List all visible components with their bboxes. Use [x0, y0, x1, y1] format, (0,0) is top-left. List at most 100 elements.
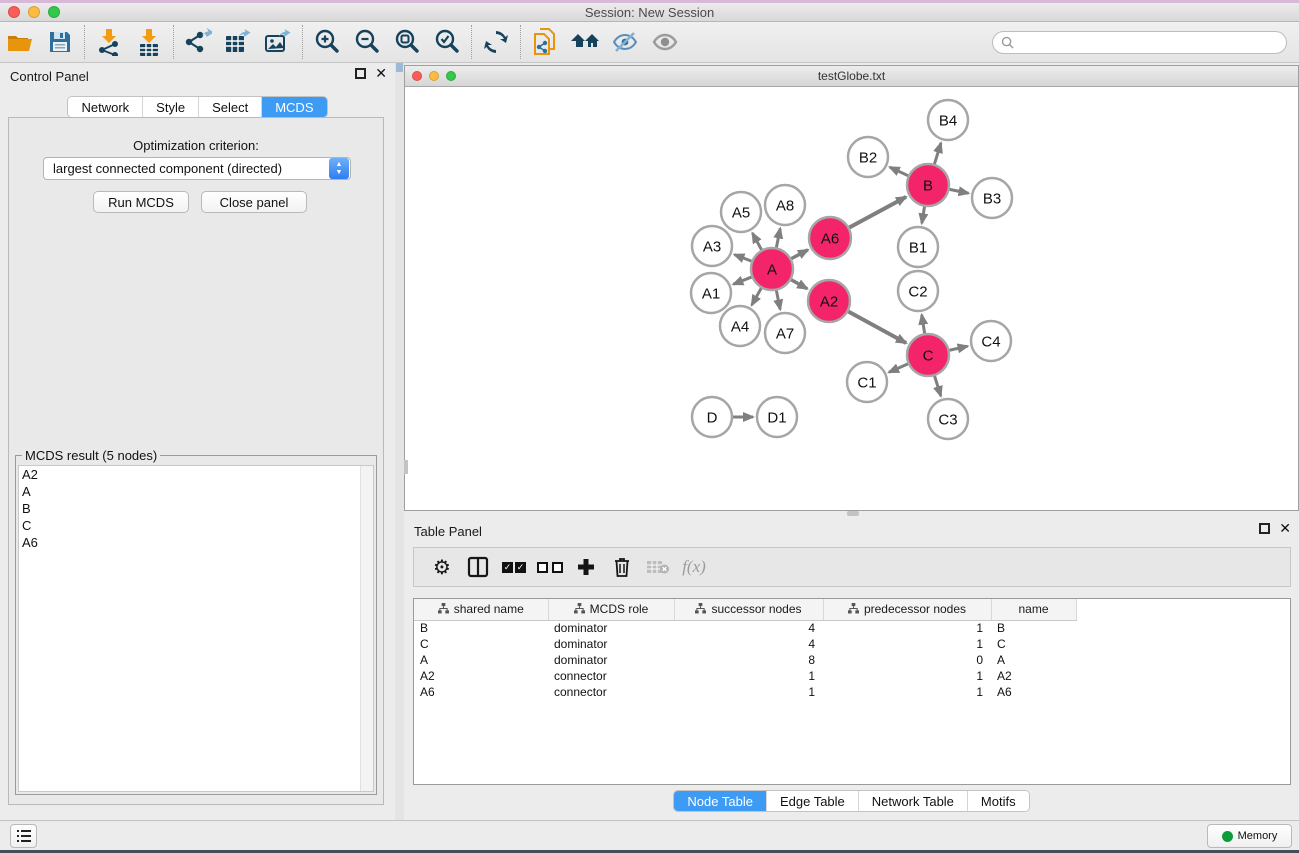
- memory-status-button[interactable]: Memory: [1207, 824, 1292, 848]
- function-builder-button[interactable]: f(x): [676, 551, 712, 583]
- import-network-button[interactable]: [89, 24, 129, 60]
- export-network-button[interactable]: [178, 24, 218, 60]
- panel-divider[interactable]: [395, 63, 404, 820]
- graph-node-A8[interactable]: A8: [765, 185, 805, 225]
- tab-node-table[interactable]: Node Table: [674, 791, 766, 811]
- network-window-titlebar[interactable]: testGlobe.txt: [404, 65, 1299, 87]
- hide-panels-button[interactable]: [605, 24, 645, 60]
- run-mcds-button[interactable]: Run MCDS: [93, 191, 189, 213]
- graph-node-A5[interactable]: A5: [721, 192, 761, 232]
- export-image-button[interactable]: [258, 24, 298, 60]
- table-row[interactable]: Adominator80A: [414, 652, 1290, 668]
- result-list-item[interactable]: A: [19, 483, 373, 500]
- result-scrollbar[interactable]: [360, 466, 373, 791]
- graph-node-A3[interactable]: A3: [692, 226, 732, 266]
- cell-shared-name[interactable]: A6: [414, 684, 548, 700]
- edge-B-B1[interactable]: [922, 207, 925, 224]
- edge-A6-B[interactable]: [849, 197, 906, 228]
- network-graph[interactable]: B4B2BB3A8A5A6A3B1AC2A1A2A4A7C4CC1DD1C3: [405, 87, 1298, 509]
- export-table-button[interactable]: [218, 24, 258, 60]
- cell-MCDS-role[interactable]: dominator: [548, 620, 674, 636]
- cell-predecessor-nodes[interactable]: 0: [823, 652, 991, 668]
- canvas-hscroll-nub[interactable]: [847, 511, 859, 516]
- search-input[interactable]: [1018, 36, 1286, 50]
- graph-node-B3[interactable]: B3: [972, 178, 1012, 218]
- cell-name[interactable]: B: [991, 620, 1076, 636]
- graph-node-C3[interactable]: C3: [928, 399, 968, 439]
- graph-node-B[interactable]: B: [907, 164, 949, 206]
- edge-A2-C[interactable]: [848, 312, 906, 343]
- edge-B-B4[interactable]: [934, 143, 940, 164]
- result-list-item[interactable]: C: [19, 517, 373, 534]
- cell-MCDS-role[interactable]: connector: [548, 684, 674, 700]
- column-header-MCDS-role[interactable]: MCDS role: [548, 599, 674, 620]
- tab-network-table[interactable]: Network Table: [858, 791, 967, 811]
- cell-successor-nodes[interactable]: 4: [674, 620, 823, 636]
- table-row[interactable]: Cdominator41C: [414, 636, 1290, 652]
- result-list-item[interactable]: A2: [19, 466, 373, 483]
- network-document-button[interactable]: [525, 24, 565, 60]
- cell-shared-name[interactable]: C: [414, 636, 548, 652]
- cell-shared-name[interactable]: A2: [414, 668, 548, 684]
- graph-node-A1[interactable]: A1: [691, 273, 731, 313]
- import-table-button[interactable]: [129, 24, 169, 60]
- edge-A-A5[interactable]: [752, 233, 761, 250]
- cell-successor-nodes[interactable]: 1: [674, 668, 823, 684]
- cell-shared-name[interactable]: A: [414, 652, 548, 668]
- edge-A-A7[interactable]: [776, 291, 780, 310]
- table-row[interactable]: A2connector11A2: [414, 668, 1290, 684]
- edge-A-A4[interactable]: [752, 288, 761, 305]
- tab-style[interactable]: Style: [142, 97, 198, 117]
- cell-name[interactable]: C: [991, 636, 1076, 652]
- cell-predecessor-nodes[interactable]: 1: [823, 620, 991, 636]
- tab-edge-table[interactable]: Edge Table: [766, 791, 858, 811]
- graph-node-A4[interactable]: A4: [720, 306, 760, 346]
- float-window-icon[interactable]: [355, 68, 366, 79]
- graph-node-C2[interactable]: C2: [898, 271, 938, 311]
- graph-node-D[interactable]: D: [692, 397, 732, 437]
- result-list-item[interactable]: B: [19, 500, 373, 517]
- cell-name[interactable]: A2: [991, 668, 1076, 684]
- network-canvas[interactable]: B4B2BB3A8A5A6A3B1AC2A1A2A4A7C4CC1DD1C3: [404, 87, 1299, 511]
- edge-C-C4[interactable]: [949, 346, 967, 350]
- edge-C-C1[interactable]: [889, 364, 908, 372]
- edge-A-A8[interactable]: [776, 229, 780, 248]
- tab-network[interactable]: Network: [68, 97, 142, 117]
- cell-successor-nodes[interactable]: 8: [674, 652, 823, 668]
- apply-layout-button[interactable]: [476, 24, 516, 60]
- cell-predecessor-nodes[interactable]: 1: [823, 636, 991, 652]
- save-session-button[interactable]: [40, 24, 80, 60]
- select-all-columns-button[interactable]: ✓ ✓: [496, 551, 532, 583]
- home-networks-button[interactable]: [565, 24, 605, 60]
- search-field[interactable]: [992, 31, 1287, 54]
- tab-motifs[interactable]: Motifs: [967, 791, 1029, 811]
- table-row[interactable]: A6connector11A6: [414, 684, 1290, 700]
- canvas-vscroll-nub[interactable]: [404, 460, 408, 474]
- graph-node-D1[interactable]: D1: [757, 397, 797, 437]
- cell-MCDS-role[interactable]: connector: [548, 668, 674, 684]
- graph-node-B1[interactable]: B1: [898, 227, 938, 267]
- show-columns-button[interactable]: [460, 551, 496, 583]
- column-header-shared-name[interactable]: shared name: [414, 599, 548, 620]
- show-panels-button[interactable]: [645, 24, 685, 60]
- zoom-fit-button[interactable]: [387, 24, 427, 60]
- delete-table-button[interactable]: [640, 551, 676, 583]
- cell-name[interactable]: A: [991, 652, 1076, 668]
- graph-node-B2[interactable]: B2: [848, 137, 888, 177]
- edge-A-A2[interactable]: [791, 280, 807, 289]
- close-panel-button[interactable]: Close panel: [201, 191, 307, 213]
- node-table[interactable]: shared nameMCDS rolesuccessor nodesprede…: [413, 598, 1291, 785]
- cell-successor-nodes[interactable]: 4: [674, 636, 823, 652]
- graph-node-A7[interactable]: A7: [765, 313, 805, 353]
- edge-B-B3[interactable]: [950, 189, 969, 193]
- divider-collapse-handle[interactable]: [396, 63, 403, 72]
- task-history-button[interactable]: [10, 824, 37, 848]
- mcds-result-list[interactable]: A2ABCA6: [18, 465, 374, 792]
- table-settings-button[interactable]: ⚙: [424, 551, 460, 583]
- zoom-out-button[interactable]: [347, 24, 387, 60]
- column-header-name[interactable]: name: [991, 599, 1076, 620]
- graph-node-A2[interactable]: A2: [808, 280, 850, 322]
- graph-node-C4[interactable]: C4: [971, 321, 1011, 361]
- create-column-button[interactable]: [568, 551, 604, 583]
- column-header-successor-nodes[interactable]: successor nodes: [674, 599, 823, 620]
